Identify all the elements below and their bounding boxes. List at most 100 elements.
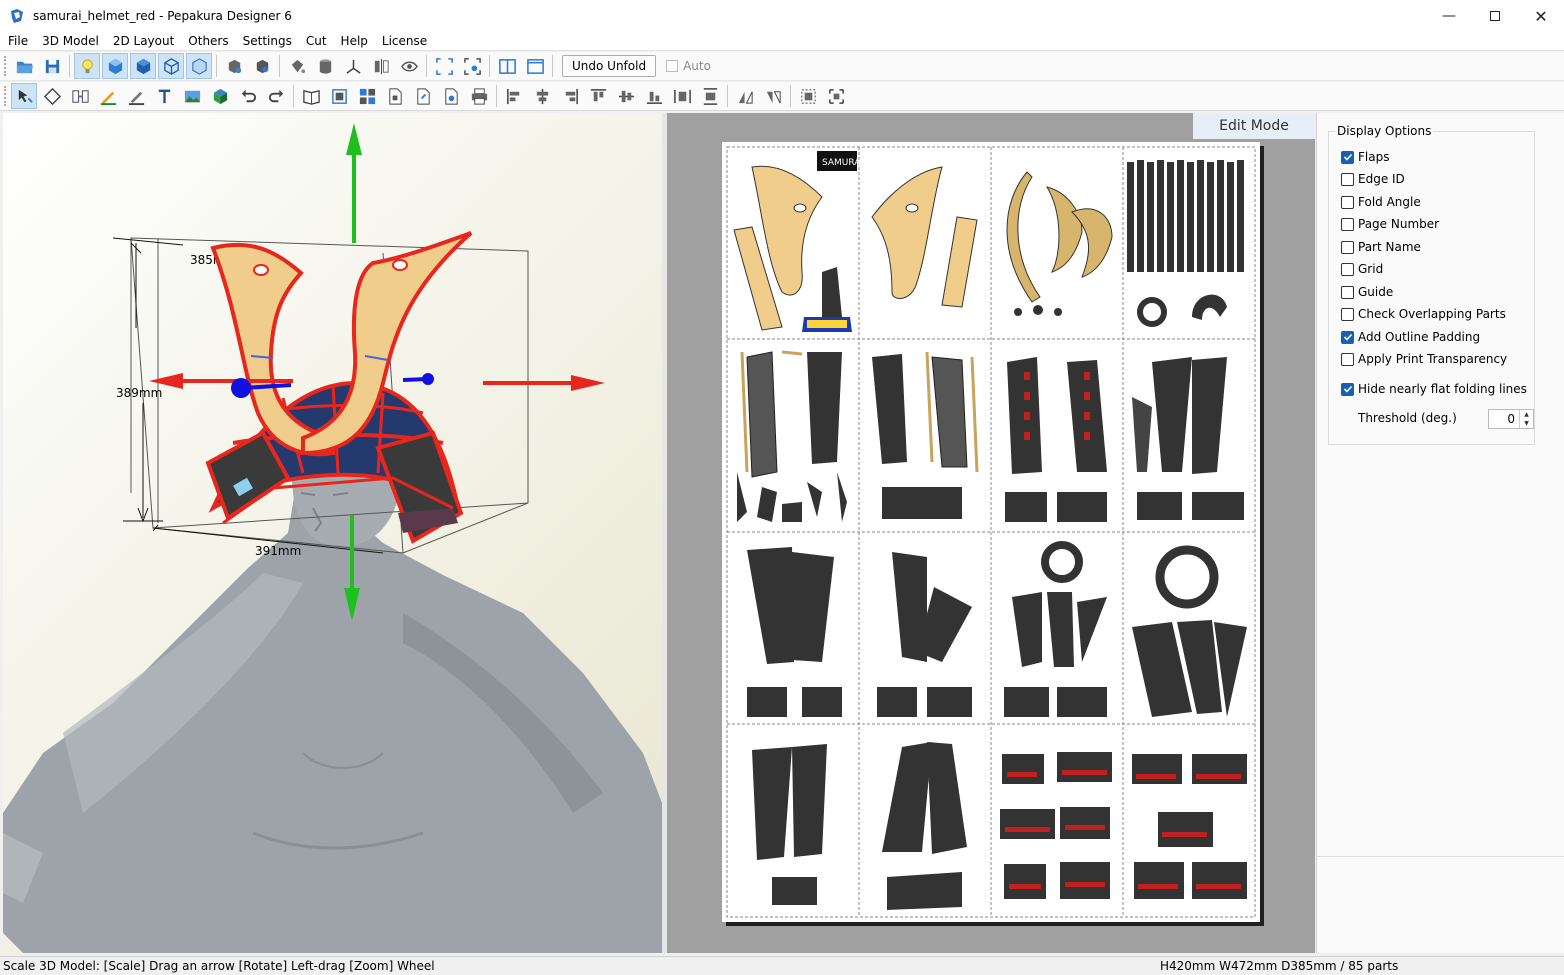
close-button[interactable]: ✕ (1518, 0, 1564, 32)
split-view-button[interactable] (494, 53, 520, 79)
page-14-parts[interactable] (882, 742, 967, 910)
cylinder-button[interactable] (312, 53, 338, 79)
menu-2d-layout[interactable]: 2D Layout (106, 34, 181, 48)
page-5-parts[interactable] (737, 350, 847, 522)
menu-help[interactable]: Help (334, 34, 375, 48)
maximize-button[interactable] (1472, 0, 1518, 32)
page-6-parts[interactable] (872, 351, 979, 519)
page-8-parts[interactable] (1132, 357, 1244, 520)
menu-cut[interactable]: Cut (299, 34, 334, 48)
page-10-parts[interactable] (877, 552, 972, 717)
view-3d[interactable]: 385mm 389mm 391mm (3, 113, 662, 953)
option-edge-id[interactable]: Edge ID (1341, 172, 1405, 186)
distribute-h-button[interactable] (669, 83, 695, 109)
page-3-parts[interactable] (1006, 171, 1113, 316)
flip-button-a[interactable] (732, 83, 758, 109)
page-12-parts[interactable] (1132, 545, 1247, 717)
scale-arrow-back[interactable] (402, 373, 434, 385)
toolbar-grip[interactable] (4, 56, 7, 76)
page-11-parts[interactable] (1004, 541, 1107, 717)
minimize-button[interactable]: — (1426, 0, 1472, 32)
distribute-v-button[interactable] (697, 83, 723, 109)
fit-settings-button[interactable] (459, 53, 485, 79)
edge-button[interactable] (186, 53, 212, 79)
menu-license[interactable]: License (375, 34, 434, 48)
menu-file[interactable]: File (0, 34, 35, 48)
light-button[interactable] (74, 53, 100, 79)
flip-button-b[interactable] (760, 83, 786, 109)
undo-unfold-button[interactable]: Undo Unfold (562, 55, 657, 77)
option-flaps[interactable]: Flaps (1341, 150, 1389, 164)
align-bottom-button[interactable] (641, 83, 667, 109)
auto-checkbox[interactable]: Auto (666, 59, 711, 73)
image-tool-button[interactable] (179, 83, 205, 109)
join-tool-button[interactable] (67, 83, 93, 109)
view-button[interactable] (396, 53, 422, 79)
option-check-overlapping[interactable]: Check Overlapping Parts (1341, 307, 1506, 321)
arrange-button[interactable] (354, 83, 380, 109)
threshold-input[interactable]: 0 (1489, 410, 1519, 428)
book-button[interactable] (298, 83, 324, 109)
model-button-b[interactable] (249, 53, 275, 79)
wireframe-button[interactable] (158, 53, 184, 79)
page-button-c[interactable] (438, 83, 464, 109)
page-1-parts[interactable]: SAMURAI (733, 151, 863, 332)
solid-button[interactable] (130, 53, 156, 79)
layout-paper[interactable]: SAMURAI (722, 142, 1260, 922)
threshold-spinner[interactable]: 0 ▲ ▼ (1488, 409, 1534, 429)
align-top-button[interactable] (585, 83, 611, 109)
spinner-down-icon[interactable]: ▼ (1524, 420, 1529, 427)
option-grid[interactable]: Grid (1341, 262, 1383, 276)
option-add-outline-padding[interactable]: Add Outline Padding (1341, 330, 1480, 344)
spinner-up-icon[interactable]: ▲ (1524, 411, 1529, 418)
view-2d[interactable]: Edit Mode SAMURAI (667, 113, 1315, 953)
option-fold-angle[interactable]: Fold Angle (1341, 195, 1421, 209)
option-page-number[interactable]: Page Number (1341, 217, 1439, 231)
page-7-parts[interactable] (1005, 357, 1107, 522)
texture-button[interactable] (102, 53, 128, 79)
align-middle-button[interactable] (613, 83, 639, 109)
page-13-parts[interactable] (752, 744, 827, 905)
flap-tool-button[interactable] (123, 83, 149, 109)
helmet-horns[interactable] (210, 231, 473, 457)
view-3d-canvas[interactable]: 385mm 389mm 391mm (3, 113, 662, 953)
scale-arrow-right[interactable] (483, 375, 605, 391)
page-16-parts[interactable] (1132, 754, 1247, 899)
page-15-parts[interactable] (1000, 752, 1112, 899)
menu-others[interactable]: Others (181, 34, 235, 48)
align-left-button[interactable] (501, 83, 527, 109)
option-guide[interactable]: Guide (1341, 285, 1393, 299)
model-button-a[interactable] (221, 53, 247, 79)
page-button-a[interactable] (382, 83, 408, 109)
scale-arrow-up[interactable] (346, 123, 362, 243)
print-button[interactable] (466, 83, 492, 109)
frame-button-b[interactable] (823, 83, 849, 109)
open-button[interactable] (11, 53, 37, 79)
cube-tool-button[interactable] (207, 83, 233, 109)
line-tool-button[interactable] (95, 83, 121, 109)
mirror-button[interactable] (368, 53, 394, 79)
menu-3d-model[interactable]: 3D Model (35, 34, 106, 48)
text-tool-button[interactable] (151, 83, 177, 109)
menu-settings[interactable]: Settings (236, 34, 299, 48)
page-button-b[interactable] (410, 83, 436, 109)
page-9-parts[interactable] (747, 547, 842, 717)
rotate-tool-button[interactable] (39, 83, 65, 109)
option-part-name[interactable]: Part Name (1341, 240, 1421, 254)
align-center-button[interactable] (529, 83, 555, 109)
toolbar-grip[interactable] (4, 86, 7, 106)
axis-button[interactable] (340, 53, 366, 79)
paint-button[interactable] (284, 53, 310, 79)
select-tool-button[interactable] (11, 83, 37, 109)
option-hide-flat-lines[interactable]: Hide nearly flat folding lines (1341, 382, 1527, 396)
align-right-button[interactable] (557, 83, 583, 109)
single-view-button[interactable] (522, 53, 548, 79)
fit-view-button[interactable] (431, 53, 457, 79)
redo-button[interactable] (263, 83, 289, 109)
layout-canvas[interactable]: SAMURAI (722, 142, 1260, 922)
frame-button-a[interactable] (795, 83, 821, 109)
page-2-parts[interactable] (871, 166, 978, 308)
option-print-transparency[interactable]: Apply Print Transparency (1341, 352, 1507, 366)
undo-button[interactable] (235, 83, 261, 109)
save-button[interactable] (39, 53, 65, 79)
